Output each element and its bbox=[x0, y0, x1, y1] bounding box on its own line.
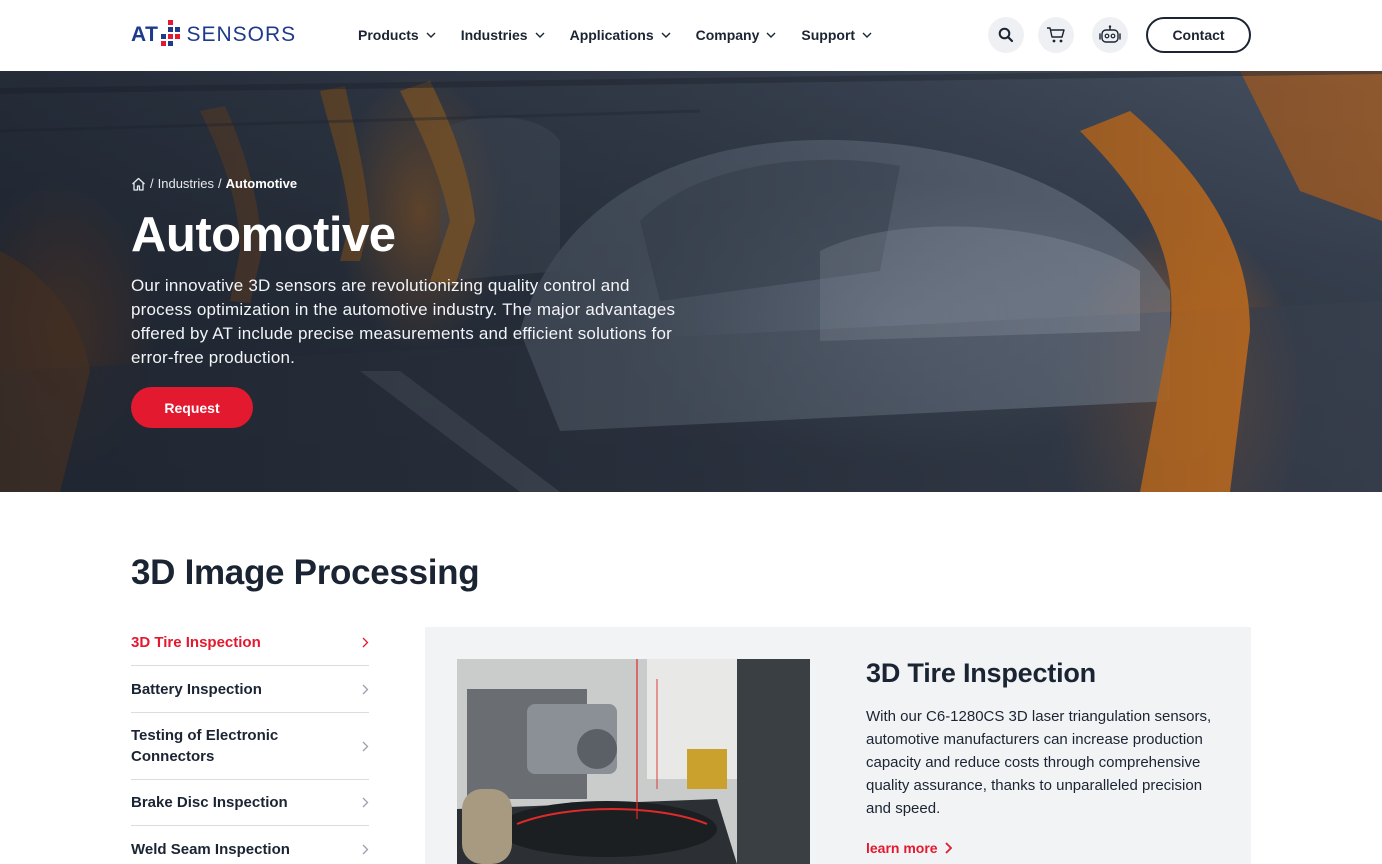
breadcrumb-separator: / bbox=[218, 176, 222, 191]
list-item-weld-seam-inspection[interactable]: Weld Seam Inspection bbox=[131, 826, 369, 864]
cart-icon bbox=[1047, 27, 1065, 43]
main-nav: Products Industries Applications Company… bbox=[358, 24, 897, 46]
chevron-right-icon bbox=[362, 741, 369, 751]
chevron-down-icon bbox=[766, 32, 776, 38]
panel-description: With our C6-1280CS 3D laser triangulatio… bbox=[866, 708, 1212, 817]
breadcrumb-industries[interactable]: Industries bbox=[158, 176, 214, 191]
logo-mark-icon bbox=[160, 18, 182, 52]
breadcrumb: / Industries / Automotive bbox=[131, 176, 297, 191]
chatbot-button[interactable] bbox=[1092, 17, 1128, 53]
nav-products[interactable]: Products bbox=[358, 24, 436, 46]
learn-more-label: learn more bbox=[866, 840, 938, 856]
hero-banner: / Industries / Automotive Automotive Our… bbox=[0, 71, 1382, 492]
chevron-right-icon bbox=[362, 684, 369, 694]
chevron-right-icon bbox=[362, 637, 369, 648]
chevron-down-icon bbox=[661, 32, 671, 38]
list-item-label: Weld Seam Inspection bbox=[131, 840, 290, 858]
page-title: Automotive bbox=[131, 208, 396, 262]
chevron-right-icon bbox=[944, 842, 952, 854]
tire-inspection-image bbox=[457, 659, 810, 864]
chevron-down-icon bbox=[862, 32, 872, 38]
inspection-list: 3D Tire Inspection Battery Inspection Te… bbox=[131, 620, 369, 864]
site-header: AT SENSORS Products Industries Applicati… bbox=[0, 0, 1382, 71]
logo[interactable]: AT SENSORS bbox=[131, 18, 296, 52]
breadcrumb-current: Automotive bbox=[225, 176, 298, 191]
list-item-battery-inspection[interactable]: Battery Inspection bbox=[131, 666, 369, 713]
logo-at-text: AT bbox=[131, 23, 159, 46]
detail-panel: 3D Tire Inspection With our C6-1280CS 3D… bbox=[425, 627, 1251, 864]
chevron-down-icon bbox=[426, 32, 436, 38]
contact-button[interactable]: Contact bbox=[1146, 17, 1251, 53]
chatbot-icon bbox=[1099, 25, 1121, 43]
nav-label: Products bbox=[358, 27, 419, 43]
nav-label: Company bbox=[695, 27, 760, 43]
list-item-brake-disc-inspection[interactable]: Brake Disc Inspection bbox=[131, 780, 369, 826]
nav-support[interactable]: Support bbox=[801, 24, 872, 46]
chevron-right-icon bbox=[362, 844, 369, 854]
nav-industries[interactable]: Industries bbox=[461, 24, 545, 46]
nav-label: Applications bbox=[569, 27, 654, 43]
search-button[interactable] bbox=[988, 17, 1024, 53]
breadcrumb-separator: / bbox=[150, 176, 154, 191]
list-item-label: 3D Tire Inspection bbox=[131, 634, 261, 651]
nav-label: Support bbox=[801, 27, 856, 43]
nav-company[interactable]: Company bbox=[696, 24, 777, 46]
search-icon bbox=[998, 27, 1014, 43]
list-item-3d-tire-inspection[interactable]: 3D Tire Inspection bbox=[131, 620, 369, 666]
learn-more-link[interactable]: learn more bbox=[866, 840, 952, 856]
cart-button[interactable] bbox=[1038, 17, 1074, 53]
section-title: 3D Image Processing bbox=[131, 553, 480, 592]
chevron-right-icon bbox=[362, 797, 369, 808]
panel-title: 3D Tire Inspection bbox=[866, 658, 1096, 688]
nav-label: Industries bbox=[460, 27, 528, 43]
logo-sensors-text: SENSORS bbox=[186, 23, 297, 46]
list-item-electronic-connectors[interactable]: Testing of Electronic Connectors bbox=[131, 713, 369, 780]
nav-applications[interactable]: Applications bbox=[570, 24, 671, 46]
hero-description: Our innovative 3D sensors are revolution… bbox=[131, 276, 676, 367]
list-item-label: Battery Inspection bbox=[131, 680, 262, 698]
list-item-label: Brake Disc Inspection bbox=[131, 794, 288, 811]
request-button[interactable]: Request bbox=[131, 387, 253, 428]
home-icon[interactable] bbox=[131, 177, 146, 191]
chevron-down-icon bbox=[535, 32, 545, 38]
list-item-label: Testing of Electronic Connectors bbox=[131, 727, 279, 765]
